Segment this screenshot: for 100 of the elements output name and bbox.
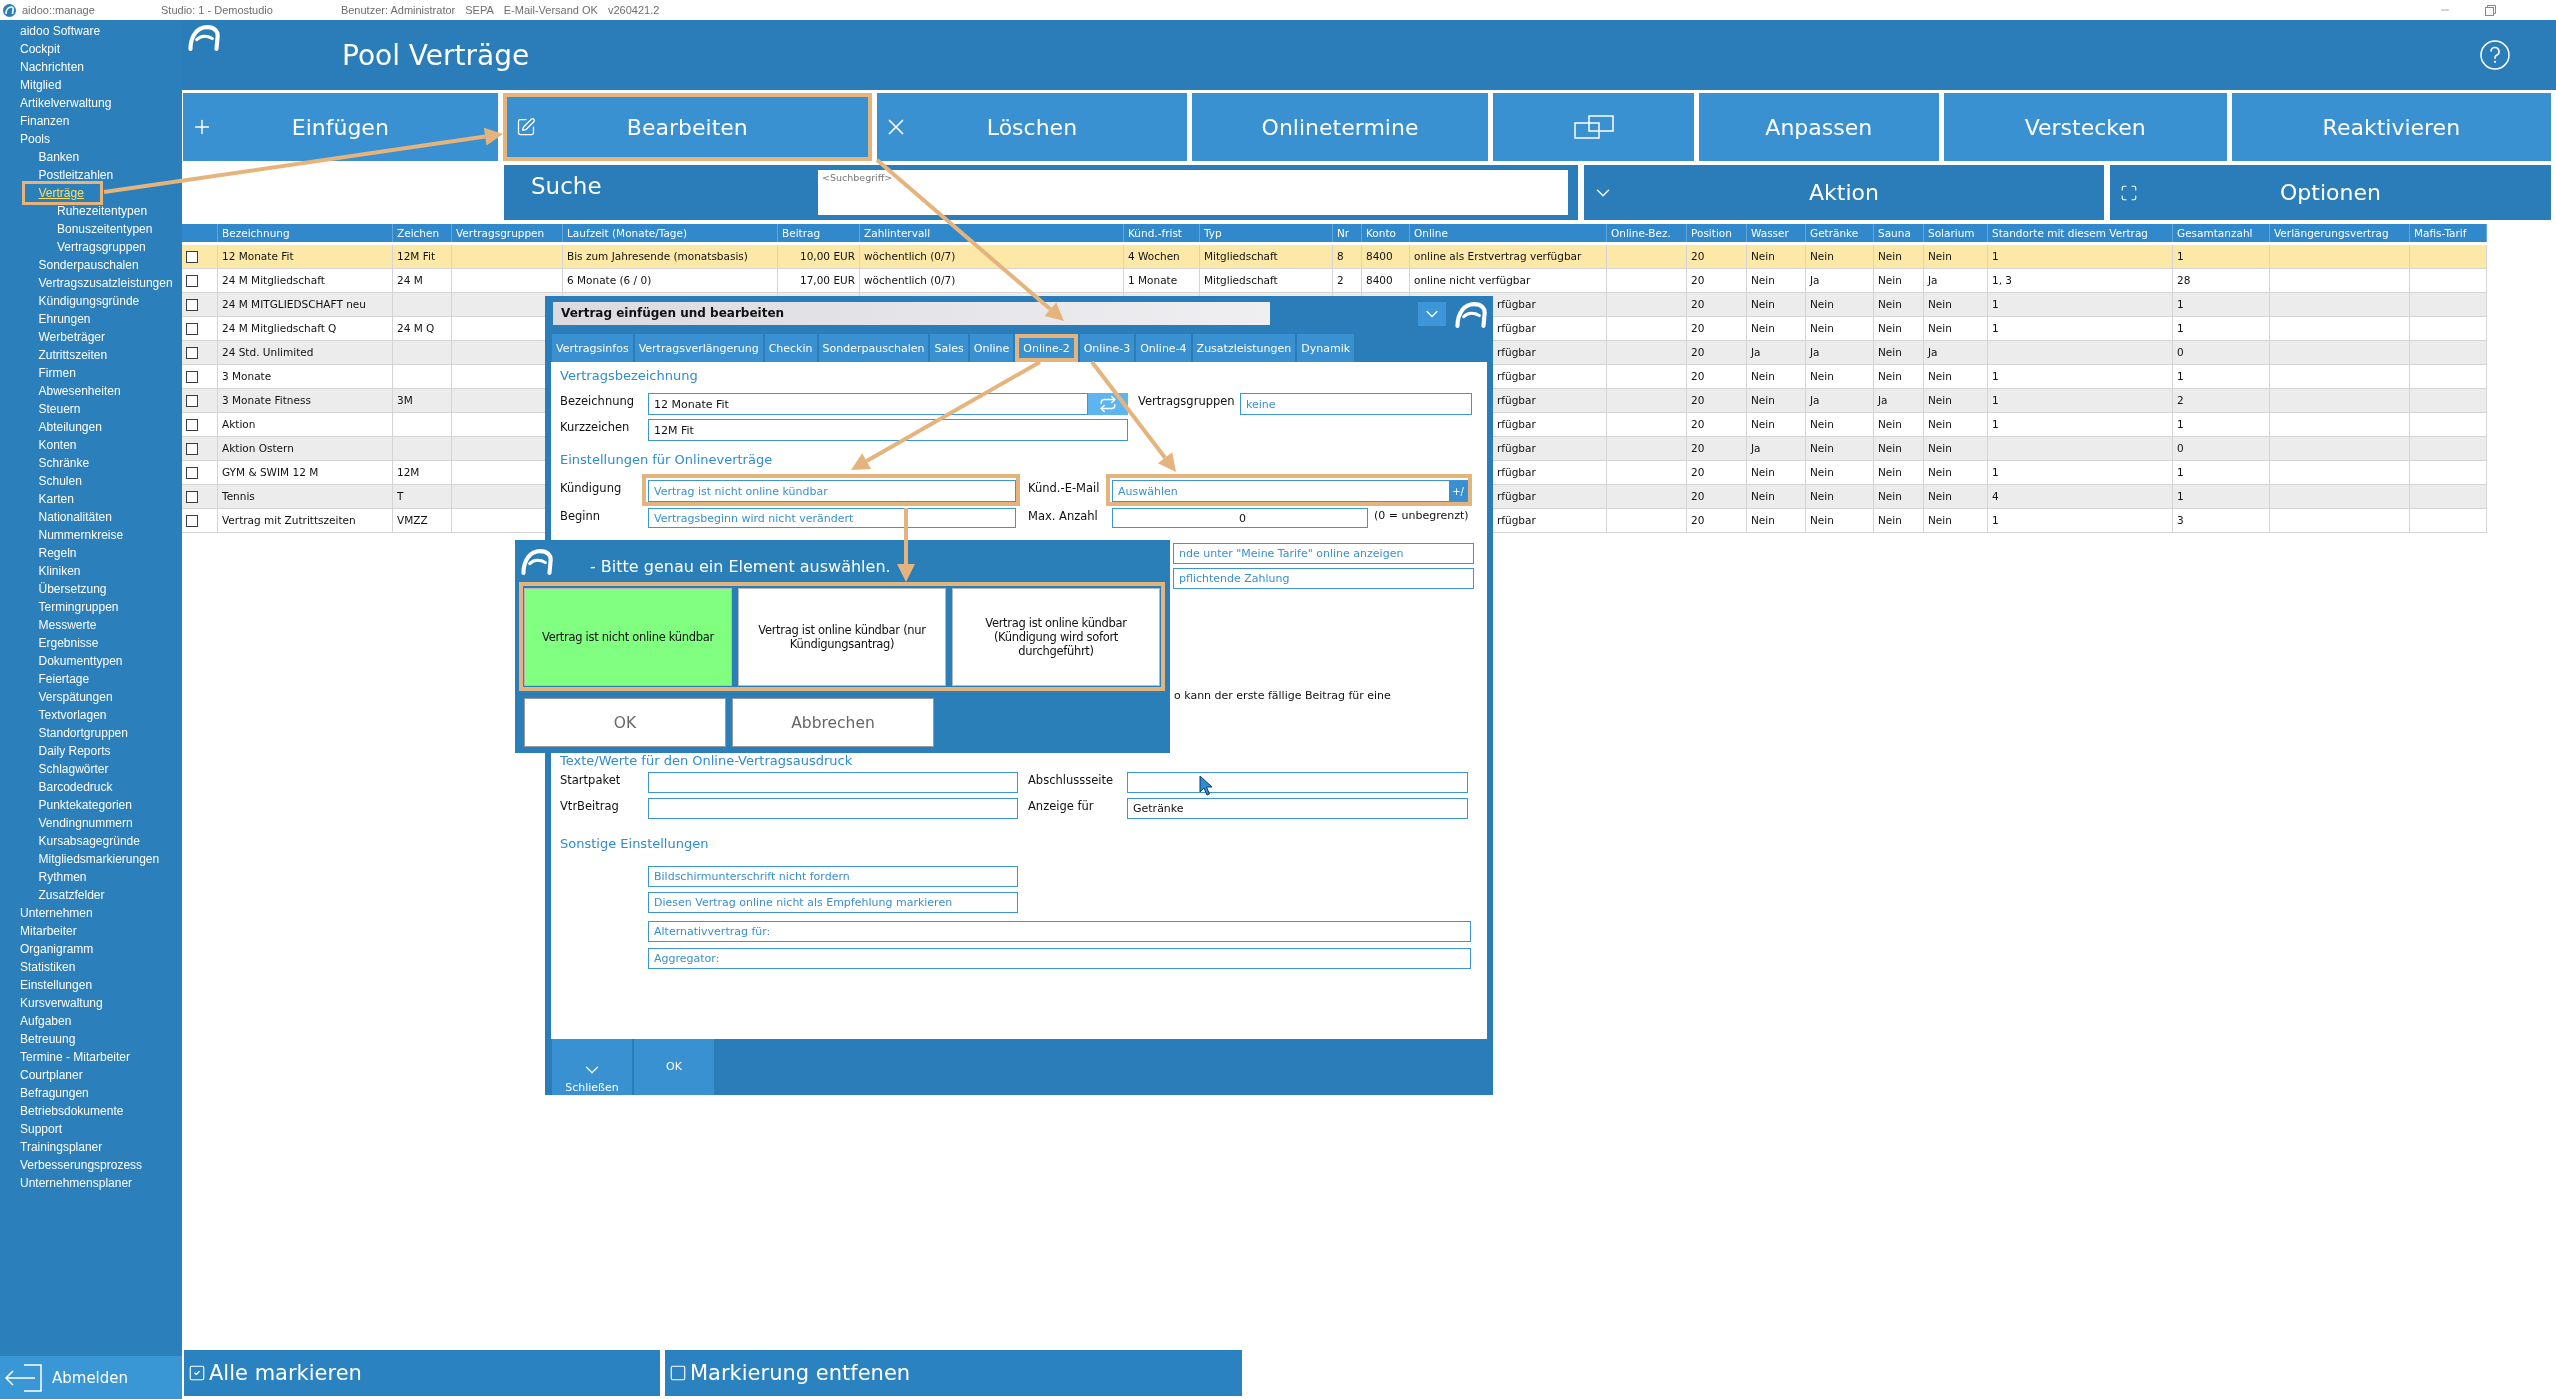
- table-cell: 1: [2173, 365, 2270, 388]
- table-cell: Nein: [1924, 293, 1988, 316]
- table-cell: Nein: [1924, 365, 1988, 388]
- table-cell: Nein: [1806, 437, 1874, 460]
- table-cell: Nein: [1924, 485, 1988, 508]
- table-cell: Nein: [1874, 413, 1924, 436]
- table-cell: Ja: [1806, 389, 1874, 412]
- table-cell: 0: [2173, 341, 2270, 364]
- table-cell: 20: [1687, 317, 1747, 340]
- table-cell: Nein: [1874, 461, 1924, 484]
- table-cell: wöchentlich (0/7): [860, 245, 1124, 268]
- table-cell: 1: [2173, 413, 2270, 436]
- table-cell: 28: [2173, 269, 2270, 292]
- hint-text: o kann der erste fällige Beitrag für eine: [1174, 688, 1391, 703]
- section-heading: Texte/Werte für den Online-Vertragsausdruck: [560, 753, 853, 769]
- status-text: Studio: 1 - Demostudio: [161, 4, 273, 16]
- field-label: Bezeichnung: [560, 393, 635, 409]
- table-cell: Nein: [1924, 461, 1988, 484]
- table-cell: 3M: [393, 389, 452, 412]
- field-label: Kurzzeichen: [560, 419, 630, 435]
- table-cell: Nein: [1924, 245, 1988, 268]
- table-cell: Ja: [1747, 341, 1806, 364]
- table-cell: Nein: [1747, 269, 1806, 292]
- table-cell-text: rfügbar: [1497, 345, 1536, 360]
- table-cell: Nein: [1747, 413, 1806, 436]
- field-label: Max. Anzahl: [1028, 508, 1098, 524]
- table-cell-text: rfügbar: [1497, 465, 1536, 480]
- table-cell: 17,00 EUR: [778, 269, 860, 292]
- table-cell: 1: [1988, 389, 2173, 412]
- table-cell: Nein: [1747, 365, 1806, 388]
- table-cell-text: rfügbar: [1497, 417, 1536, 432]
- table-cell: 24 M MITGLIEDSCHAFT neu: [218, 293, 393, 316]
- table-cell: 20: [1687, 269, 1747, 292]
- table-cell: 1: [1988, 317, 2173, 340]
- table-cell: 20: [1687, 413, 1747, 436]
- table-cell: Vertrag mit Zutrittszeiten: [218, 509, 393, 532]
- status-text: v260421.2: [607, 4, 660, 16]
- field-hint: (0 = unbegrenzt): [1374, 508, 1469, 523]
- table-cell: T: [393, 485, 452, 508]
- table-cell: 3 Monate: [218, 365, 393, 388]
- table-cell: 12M Fit: [393, 245, 452, 268]
- table-cell: Nein: [1747, 509, 1806, 532]
- table-cell: 8400: [1362, 269, 1410, 292]
- table-cell: Ja: [1924, 341, 1988, 364]
- table-cell: Nein: [1806, 509, 1874, 532]
- search-label: Suche: [531, 172, 603, 201]
- table-cell: 2: [1333, 269, 1362, 292]
- table-cell: Nein: [1874, 485, 1924, 508]
- table-cell: 24 M: [393, 269, 452, 292]
- table-cell: 24 M Q: [393, 317, 452, 340]
- table-cell: Nein: [1747, 293, 1806, 316]
- section-heading: Vertragsbezeichnung: [560, 368, 698, 384]
- popup-title: - Bitte genau ein Element auswählen.: [590, 557, 891, 577]
- table-cell: 20: [1687, 389, 1747, 412]
- section-heading: Sonstige Einstellungen: [560, 836, 709, 852]
- field-label: Abschlussseite: [1028, 772, 1114, 788]
- table-cell: Aktion: [218, 413, 393, 436]
- table-cell: 24 M Mitgliedschaft Q: [218, 317, 393, 340]
- table-cell: Nein: [1874, 317, 1924, 340]
- table-cell: 20: [1687, 293, 1747, 316]
- table-cell: Nein: [1874, 293, 1924, 316]
- table-cell: 1: [2173, 461, 2270, 484]
- table-cell-text: rfügbar: [1497, 489, 1536, 504]
- table-cell: Nein: [1874, 365, 1924, 388]
- table-cell: online nicht verfügbar: [1410, 269, 1607, 292]
- table-cell: 24 Std. Unlimited: [218, 341, 393, 364]
- table-cell: Tennis: [218, 485, 393, 508]
- table-cell: Nein: [1924, 413, 1988, 436]
- table-cell: 2: [2173, 389, 2270, 412]
- section-heading: Einstellungen für Onlineverträge: [560, 452, 773, 468]
- field-label: Startpaket: [560, 772, 621, 788]
- table-cell: 1: [2173, 317, 2270, 340]
- table-cell: Nein: [1924, 389, 1988, 412]
- dialog-title: Vertrag einfügen und bearbeiten: [553, 302, 1270, 325]
- table-cell: Nein: [1924, 437, 1988, 460]
- table-cell: 6 Monate (6 / 0): [563, 269, 778, 292]
- table-cell: Mitgliedschaft: [1200, 245, 1333, 268]
- field-label: Beginn: [560, 508, 601, 524]
- table-cell: 20: [1687, 485, 1747, 508]
- table-cell: 1 Monate: [1124, 269, 1200, 292]
- table-cell: Aktion Ostern: [218, 437, 393, 460]
- table-cell: VMZZ: [393, 509, 452, 532]
- page-title: Pool Verträge: [342, 38, 530, 72]
- table-cell: Nein: [1806, 245, 1874, 268]
- table-cell: Nein: [1874, 245, 1924, 268]
- app-name: aidoo::manage: [22, 4, 96, 16]
- table-cell: 4: [1988, 485, 2173, 508]
- table-cell-text: rfügbar: [1497, 297, 1536, 312]
- table-cell: 1: [2173, 293, 2270, 316]
- table-cell-text: rfügbar: [1497, 513, 1536, 528]
- table-cell: 1: [1988, 461, 2173, 484]
- table-cell: 1, 3: [1988, 269, 2173, 292]
- table-cell: online als Erstvertrag verfügbar: [1410, 245, 1607, 268]
- table-cell: Ja: [1747, 437, 1806, 460]
- table-cell: Nein: [1924, 509, 1988, 532]
- table-cell: Nein: [1874, 269, 1924, 292]
- table-cell: Nein: [1806, 317, 1874, 340]
- table-cell: Ja: [1924, 269, 1988, 292]
- table-cell: Nein: [1874, 437, 1924, 460]
- table-cell: 1: [1988, 413, 2173, 436]
